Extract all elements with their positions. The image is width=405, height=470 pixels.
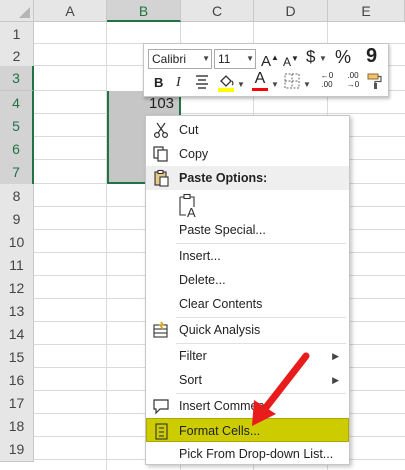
gridline [34, 113, 405, 114]
font-name-box[interactable]: Calibri ▼ [148, 49, 212, 69]
menu-item-insert-label: Insert... [179, 249, 221, 263]
chevron-right-icon: ▶ [332, 351, 339, 361]
menu-item-cut[interactable]: Cut [146, 118, 349, 142]
font-name-value: Calibri [152, 52, 187, 66]
chevron-down-icon: ▼ [319, 54, 327, 63]
align-center-icon [196, 75, 208, 89]
row-header-18[interactable]: 18 [0, 414, 34, 439]
borders-button[interactable] [284, 73, 300, 94]
column-header-b[interactable]: B [107, 0, 181, 22]
row-header-11[interactable]: 11 [0, 253, 34, 278]
copy-icon [153, 146, 168, 162]
row-header-4[interactable]: 4 [0, 91, 34, 116]
row-header-10[interactable]: 10 [0, 230, 34, 255]
accounting-format-button[interactable]: $ [306, 48, 315, 66]
menu-item-delete[interactable]: Delete... [146, 268, 349, 292]
row-header-14[interactable]: 14 [0, 322, 34, 347]
grow-font-button[interactable]: A▲ [261, 49, 279, 71]
chevron-down-icon: ▼ [246, 54, 254, 63]
bold-button[interactable]: B [154, 74, 163, 92]
font-color-swatch [252, 88, 268, 91]
fill-color-button[interactable] [217, 72, 235, 97]
decrease-decimal-icon: .00 [347, 71, 359, 80]
row-header-9[interactable]: 9 [0, 207, 34, 232]
increase-decimal-icon: ←0 [320, 71, 334, 80]
column-header-e[interactable]: E [328, 0, 405, 22]
format-painter-button[interactable] [366, 72, 384, 95]
chevron-right-icon: ▶ [332, 375, 339, 385]
mini-toolbar: Calibri ▼ 11 ▼ A▲ A▼ $ ▼ % 9 B I ▼ A ▼ ▼… [143, 43, 389, 97]
decrease-decimal-button[interactable]: .00 →0 [342, 71, 364, 89]
chevron-down-icon: ▼ [271, 80, 279, 89]
menu-item-insert[interactable]: Insert... [146, 244, 349, 268]
row-header-19[interactable]: 19 [0, 437, 34, 462]
menu-item-filter-label: Filter [179, 349, 207, 363]
select-all-corner[interactable] [0, 0, 34, 22]
row-header-6[interactable]: 6 [0, 137, 34, 162]
chevron-down-icon: ▼ [237, 80, 245, 89]
chevron-down-icon: ▼ [303, 80, 311, 89]
font-size-box[interactable]: 11 ▼ [214, 49, 256, 69]
row-header-3[interactable]: 3 [0, 66, 34, 91]
chevron-down-icon: ▼ [202, 54, 210, 63]
comment-icon [153, 399, 169, 415]
borders-icon [284, 73, 300, 89]
grow-font-icon: A [261, 53, 272, 70]
quick-analysis-icon [153, 321, 168, 338]
row-header-12[interactable]: 12 [0, 276, 34, 301]
menu-item-quick-analysis-label: Quick Analysis [179, 323, 261, 337]
column-header-c[interactable]: C [181, 0, 254, 22]
paste-button[interactable]: A [178, 193, 200, 220]
paste-icon: A [179, 193, 196, 220]
center-align-button[interactable] [194, 73, 210, 94]
paste-options-label: Paste Options: [179, 171, 268, 185]
menu-item-copy[interactable]: Copy [146, 142, 349, 166]
menu-item-cut-label: Cut [179, 123, 199, 137]
paint-bucket-icon [218, 75, 234, 92]
menu-item-clear-contents[interactable]: Clear Contents [146, 292, 349, 316]
row-header-16[interactable]: 16 [0, 368, 34, 393]
clipboard-icon [154, 169, 169, 187]
shrink-font-icon: A [283, 55, 292, 69]
increase-decimal-button[interactable]: ←0 .00 [316, 71, 338, 89]
font-color-icon: A [254, 70, 266, 87]
row-header-15[interactable]: 15 [0, 345, 34, 370]
row-header-13[interactable]: 13 [0, 299, 34, 324]
row-header-5[interactable]: 5 [0, 114, 34, 139]
increase-decimal-icon-bottom: .00 [321, 80, 333, 89]
decrease-decimal-icon-bottom: →0 [346, 80, 360, 89]
font-color-button[interactable]: A [252, 70, 268, 92]
menu-item-pick-from-list-label: Pick From Drop-down List... [179, 447, 334, 461]
shrink-font-button[interactable]: A▼ [283, 50, 299, 71]
row-header-7[interactable]: 7 [0, 160, 34, 185]
cell-b4-value[interactable]: 103 [149, 95, 174, 112]
row-header-17[interactable]: 17 [0, 391, 34, 416]
format-cells-icon [155, 423, 168, 440]
svg-text:A: A [187, 205, 196, 219]
column-header-d[interactable]: D [254, 0, 328, 22]
red-arrow-annotation [252, 352, 310, 426]
font-size-value: 11 [218, 52, 231, 66]
menu-item-copy-label: Copy [179, 147, 209, 161]
paste-options-header: Paste Options: [146, 166, 349, 190]
format-painter-icon [367, 73, 382, 89]
menu-item-delete-label: Delete... [179, 273, 226, 287]
menu-item-pick-from-list[interactable]: Pick From Drop-down List... [146, 442, 349, 466]
menu-item-quick-analysis[interactable]: Quick Analysis [146, 318, 349, 342]
percent-style-button[interactable]: % [335, 48, 351, 66]
menu-item-clear-contents-label: Clear Contents [179, 297, 263, 311]
menu-item-paste-special[interactable]: Paste Special... [146, 218, 349, 242]
comma-style-button[interactable]: 9 [366, 46, 377, 66]
row-header-8[interactable]: 8 [0, 184, 34, 209]
menu-item-paste-special-label: Paste Special... [179, 223, 266, 237]
column-header-a[interactable]: A [34, 0, 107, 22]
menu-item-sort-label: Sort [179, 373, 202, 387]
scissors-icon [153, 122, 169, 139]
italic-button[interactable]: I [176, 74, 181, 92]
